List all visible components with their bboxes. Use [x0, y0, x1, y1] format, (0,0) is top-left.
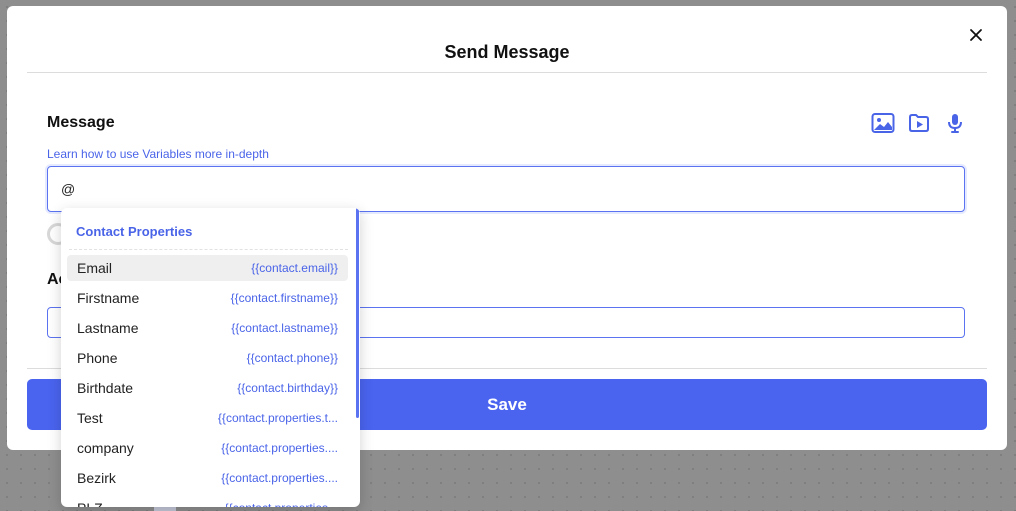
dropdown-item-variable: {{contact.lastname}} [231, 321, 338, 335]
dropdown-item-name: company [77, 440, 134, 456]
dropdown-item-name: Email [77, 260, 113, 276]
dropdown-item-variable: {{contact.properties... [225, 501, 338, 507]
close-button[interactable] [967, 26, 985, 44]
dropdown-item-name: Bezirk [77, 470, 116, 486]
message-input[interactable] [47, 166, 965, 212]
dropdown-item-variable: {{contact.firstname}} [230, 291, 338, 305]
video-icon [909, 114, 929, 132]
dropdown-item[interactable]: company {{contact.properties.... [67, 435, 348, 461]
record-audio-button[interactable] [943, 111, 967, 135]
dropdown-item[interactable]: Test {{contact.properties.t... [67, 405, 348, 431]
modal-title: Send Message [444, 42, 570, 62]
close-icon [970, 29, 982, 41]
dropdown-item-variable: {{contact.properties.... [221, 471, 338, 485]
microphone-icon [948, 114, 962, 133]
dropdown-item[interactable]: Birthdate {{contact.birthday}} [67, 375, 348, 401]
dropdown-item-name: Lastname [77, 320, 139, 336]
dropdown-item-name: Birthdate [77, 380, 134, 396]
dropdown-item[interactable]: Firstname {{contact.firstname}} [67, 285, 348, 311]
dropdown-item-variable: {{contact.phone}} [246, 351, 338, 365]
dropdown-item[interactable]: Bezirk {{contact.properties.... [67, 465, 348, 491]
variables-dropdown: Contact Properties Email {{contact.email}… [61, 208, 360, 507]
dropdown-item-variable: {{contact.birthday}} [237, 381, 338, 395]
dropdown-item-name: PLZ [77, 500, 103, 507]
insert-image-button[interactable] [871, 111, 895, 135]
variables-help-link[interactable]: Learn how to use Variables more in-depth [47, 147, 269, 161]
dropdown-scrollbar[interactable] [356, 208, 359, 418]
dropdown-item[interactable]: Lastname {{contact.lastname}} [67, 315, 348, 341]
image-icon [871, 113, 895, 133]
message-label: Message [47, 114, 115, 131]
dropdown-item[interactable]: Phone {{contact.phone}} [67, 345, 348, 371]
dropdown-item-variable: {{contact.properties.t... [217, 411, 338, 425]
dropdown-item-variable: {{contact.properties.... [221, 441, 338, 455]
header-divider [27, 72, 987, 73]
dropdown-item[interactable]: PLZ {{contact.properties... [67, 495, 348, 507]
dropdown-divider [69, 249, 348, 250]
dropdown-item[interactable]: Email {{contact.email}} [67, 255, 348, 281]
dropdown-item-name: Test [77, 410, 103, 426]
dropdown-item-name: Phone [77, 350, 118, 366]
dropdown-item-name: Firstname [77, 290, 140, 306]
dropdown-header: Contact Properties [76, 224, 193, 239]
dropdown-list: Email {{contact.email}} Firstname {{contact… [67, 255, 348, 507]
dropdown-item-variable: {{contact.email}} [251, 261, 338, 275]
media-toolbar [871, 111, 967, 135]
insert-video-button[interactable] [907, 111, 931, 135]
